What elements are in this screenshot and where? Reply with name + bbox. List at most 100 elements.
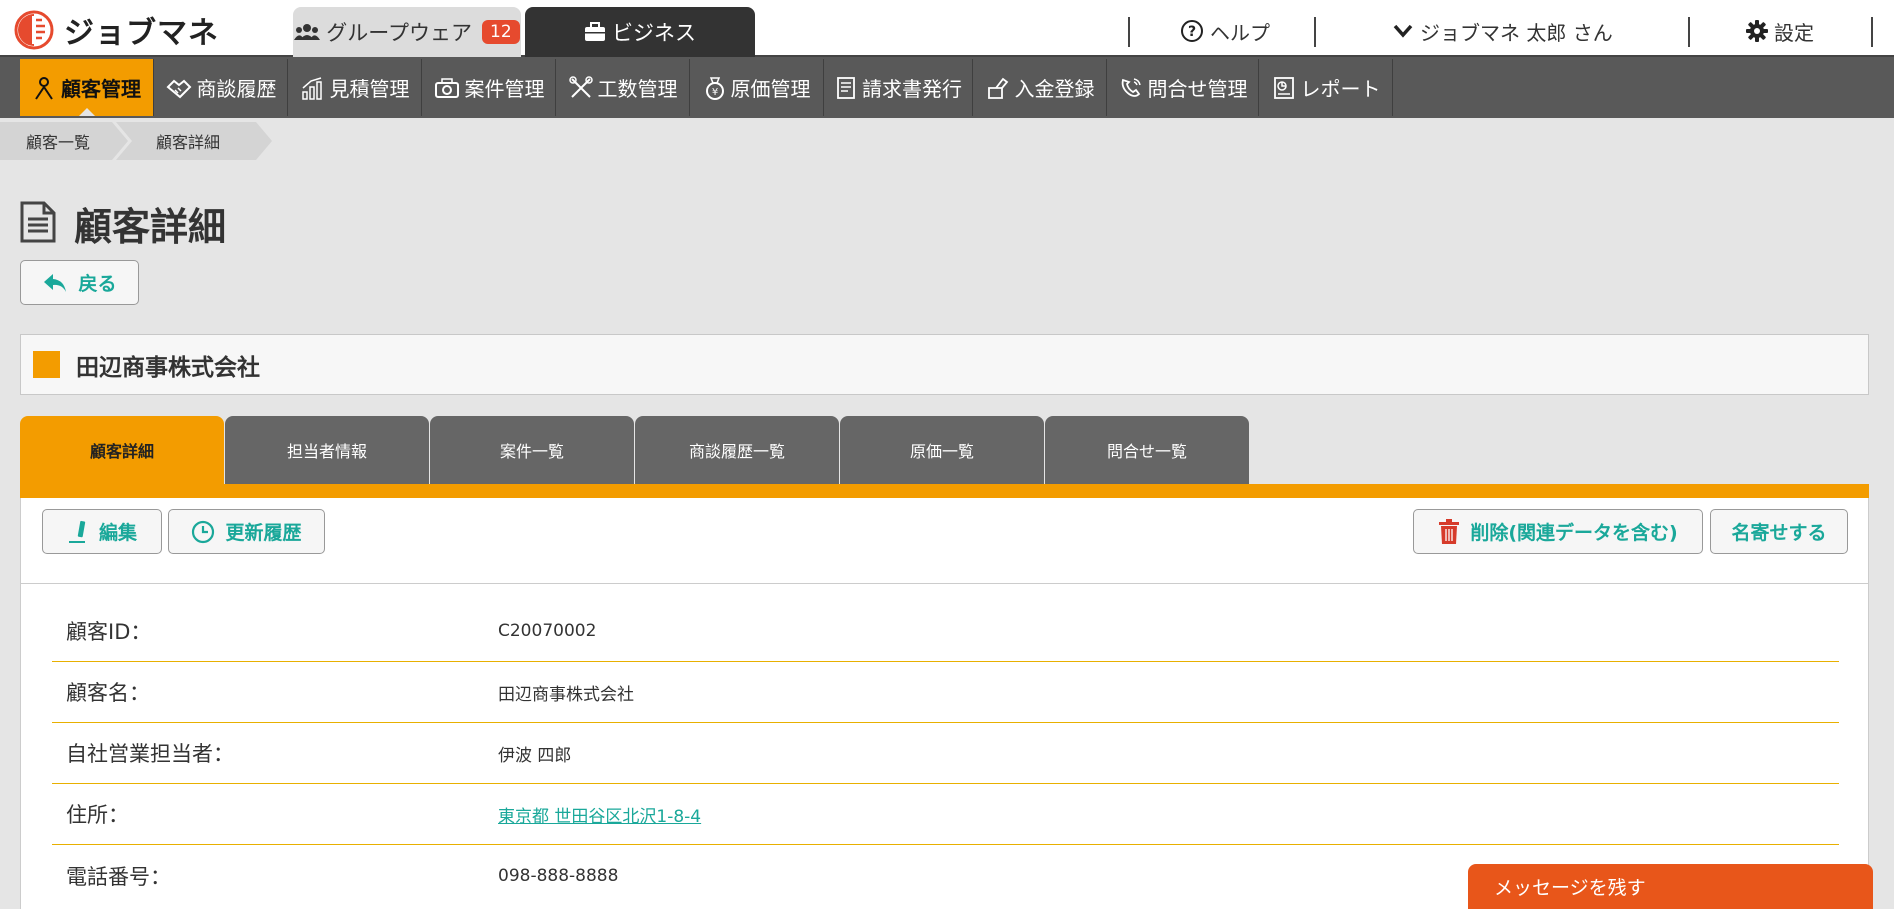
nav-label: 商談履歴 [196, 77, 277, 101]
nav-project[interactable]: 案件管理 [423, 59, 556, 116]
chart-icon [301, 76, 325, 100]
top-bar: ジョブマネ グループウェア 12 ビジネス ? ヘルプ ジョブマネ 太郎 さん … [0, 0, 1894, 57]
nav-label: レポート [1300, 77, 1381, 101]
merge-button[interactable]: 名寄せする [1710, 509, 1848, 554]
tab-label: 問合せ一覧 [1106, 442, 1187, 461]
svg-text:¥: ¥ [711, 87, 717, 98]
tab-cost-list[interactable]: 原価一覧 [840, 416, 1044, 484]
tab-negotiation-list[interactable]: 商談履歴一覧 [635, 416, 839, 484]
svg-text:?: ? [1188, 24, 1196, 40]
nav-label: 請求書発行 [862, 77, 962, 101]
tab-customer-detail[interactable]: 顧客詳細 [20, 416, 224, 484]
settings-label: 設定 [1774, 20, 1814, 45]
handshake-icon [166, 77, 192, 99]
camera-icon [434, 77, 460, 99]
divider [1314, 17, 1316, 47]
field-value: 098-888-8888 [498, 865, 619, 886]
page-title: 顧客詳細 [74, 205, 227, 249]
tab-label: 案件一覧 [499, 442, 564, 461]
tab-groupware-label: グループウェア [326, 21, 473, 45]
back-label: 戻る [78, 273, 117, 295]
tab-label: 原価一覧 [909, 442, 974, 461]
field-label: 自社営業担当者： [66, 742, 234, 766]
field-value: 伊波 四郎 [498, 745, 572, 766]
nav-label: 工数管理 [597, 77, 678, 101]
chevron-down-icon [1392, 23, 1414, 39]
leave-message-button[interactable]: メッセージを残す [1468, 864, 1873, 909]
breadcrumb-customer-list[interactable]: 顧客一覧 [0, 122, 132, 160]
breadcrumb-label: 顧客詳細 [156, 133, 221, 152]
tab-groupware[interactable]: グループウェア 12 [293, 7, 521, 57]
tab-contact-info[interactable]: 担当者情報 [225, 416, 429, 484]
detail-row-customer-name: 顧客名： 田辺商事株式会社 [52, 662, 1839, 723]
delete-button[interactable]: 削除(関連データを含む) [1413, 509, 1703, 554]
nav-label: 入金登録 [1014, 77, 1095, 101]
tab-project-list[interactable]: 案件一覧 [430, 416, 634, 484]
edit-button[interactable]: 編集 [42, 509, 162, 554]
company-header: 田辺商事株式会社 [20, 334, 1869, 395]
person-icon [32, 76, 56, 100]
nav-label: 問合せ管理 [1147, 77, 1248, 101]
detail-row-address: 住所： 東京都 世田谷区北沢1-8-4 [52, 784, 1839, 845]
nav-cost[interactable]: ¥ 原価管理 [691, 59, 824, 116]
question-circle-icon: ? [1180, 19, 1204, 43]
logo-mark-icon [14, 10, 54, 50]
tab-inquiry-list[interactable]: 問合せ一覧 [1045, 416, 1249, 484]
field-label: 電話番号： [66, 864, 171, 889]
breadcrumb-customer-detail: 顧客詳細 [116, 122, 272, 160]
nav-negotiation[interactable]: 商談履歴 [155, 59, 288, 116]
tab-label: 商談履歴一覧 [688, 442, 785, 461]
money-bag-icon: ¥ [704, 76, 726, 100]
address-link[interactable]: 東京都 世田谷区北沢1-8-4 [498, 802, 701, 827]
merge-label: 名寄せする [1731, 522, 1827, 544]
tab-business[interactable]: ビジネス [525, 7, 755, 57]
invoice-icon [835, 76, 857, 100]
notification-badge: 12 [482, 20, 520, 44]
briefcase-icon [584, 22, 606, 42]
nav-deposit[interactable]: 入金登録 [974, 59, 1107, 116]
pen-icon [67, 520, 89, 544]
tab-label: 担当者情報 [286, 442, 367, 461]
nav-report[interactable]: レポート [1260, 59, 1393, 116]
clock-icon [191, 520, 215, 544]
app-logo[interactable]: ジョブマネ [14, 8, 219, 52]
settings-link[interactable]: 設定 [1746, 16, 1814, 46]
tab-label: 顧客詳細 [89, 442, 154, 461]
accent-square-icon [33, 351, 60, 378]
field-value: 田辺商事株式会社 [498, 684, 634, 705]
nav-workhours[interactable]: 工数管理 [557, 59, 690, 116]
divider [1128, 17, 1130, 47]
main-nav: 顧客管理 商談履歴 見積管理 案件管理 工数管理 ¥ 原価管理 請求書発行 入金… [0, 57, 1894, 118]
field-label: 住所： [66, 803, 129, 827]
user-menu[interactable]: ジョブマネ 太郎 さん [1392, 16, 1613, 46]
deposit-icon [986, 76, 1010, 100]
document-icon [20, 201, 56, 247]
delete-label: 削除(関連データを含む) [1470, 522, 1678, 544]
nav-inquiry[interactable]: 問合せ管理 [1108, 59, 1259, 116]
toolbar-divider [21, 583, 1868, 584]
history-button[interactable]: 更新履歴 [168, 509, 325, 554]
trash-icon [1438, 518, 1460, 545]
nav-label: 案件管理 [464, 77, 545, 101]
page-header: 顧客詳細 [20, 196, 226, 251]
field-label: 顧客名： [66, 681, 150, 705]
nav-label: 原価管理 [730, 77, 811, 101]
detail-row-customer-id: 顧客ID： C20070002 [52, 601, 1839, 662]
edit-label: 編集 [98, 522, 137, 544]
user-name: ジョブマネ 太郎 さん [1420, 20, 1613, 45]
company-name: 田辺商事株式会社 [76, 354, 260, 381]
nav-invoice[interactable]: 請求書発行 [825, 59, 973, 116]
tab-business-label: ビジネス [612, 21, 696, 45]
back-button[interactable]: 戻る [20, 260, 139, 305]
reply-arrow-icon [42, 272, 68, 294]
field-value: C20070002 [498, 621, 597, 641]
tab-underline [20, 484, 1869, 498]
nav-customer[interactable]: 顧客管理 [20, 59, 154, 116]
phone-icon [1119, 76, 1143, 100]
message-label: メッセージを残す [1494, 877, 1646, 899]
detail-row-sales-rep: 自社営業担当者： 伊波 四郎 [52, 723, 1839, 784]
nav-estimate[interactable]: 見積管理 [289, 59, 422, 116]
report-icon [1272, 76, 1296, 100]
help-link[interactable]: ? ヘルプ [1180, 16, 1270, 46]
breadcrumb-label: 顧客一覧 [26, 133, 91, 152]
